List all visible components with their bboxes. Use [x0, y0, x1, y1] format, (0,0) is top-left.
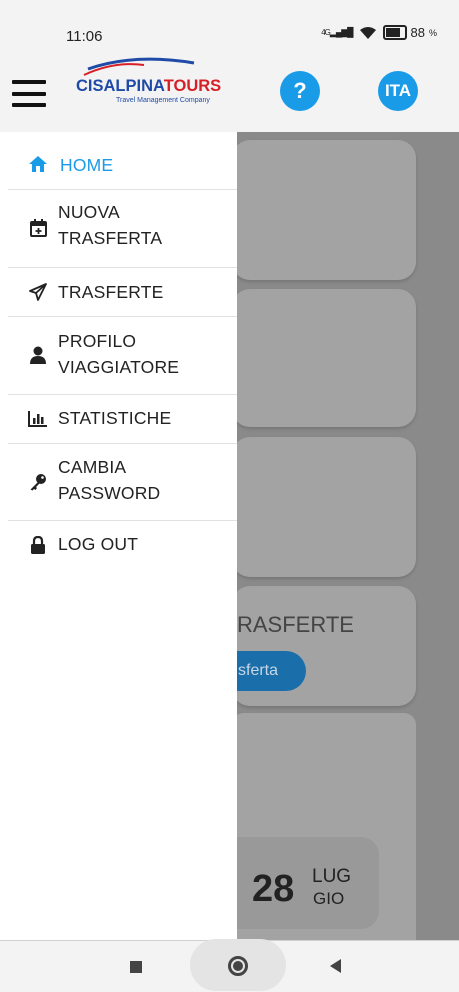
language-button[interactable]: ITA [378, 71, 418, 111]
status-icons: 4G▂▄▆█ 88% [321, 25, 437, 40]
menu-item-statistiche[interactable]: STATISTICHE [8, 395, 237, 444]
lock-icon [28, 535, 48, 555]
system-navigation-bar [0, 939, 459, 992]
background-section-title: RASFERTE [237, 612, 354, 637]
home-icon [28, 154, 48, 174]
status-time: 11:06 [66, 28, 103, 45]
background-card [232, 437, 416, 577]
wifi-icon [359, 26, 376, 39]
menu-item-trasferte[interactable]: TRASFERTE [8, 268, 237, 317]
recent-apps-button[interactable] [130, 961, 142, 973]
help-button[interactable]: ? [280, 71, 320, 111]
menu-item-profilo-viaggiatore[interactable]: PROFILO VIAGGIATORE [8, 317, 237, 395]
menu-item-label: TRASFERTE [58, 282, 164, 302]
menu-item-label: CAMBIA PASSWORD [58, 457, 161, 503]
date-weekday: GIO [313, 889, 345, 908]
status-bar: 11:06 4G▂▄▆█ 88% [0, 0, 459, 50]
menu-item-label: LOG OUT [58, 534, 139, 554]
menu-item-label: NUOVA TRASFERTA [58, 202, 163, 248]
battery-indicator: 88% [382, 25, 437, 40]
network-type: 4G [321, 28, 331, 37]
key-icon [28, 472, 48, 492]
battery-icon [382, 25, 407, 40]
menu-item-label: HOME [60, 155, 114, 175]
signal-icon: 4G▂▄▆█ [321, 27, 353, 38]
battery-fill [385, 28, 400, 37]
menu-item-home[interactable]: HOME [8, 142, 237, 190]
menu-item-label: PROFILO VIAGGIATORE [58, 331, 180, 377]
date-month: LUG [312, 866, 352, 887]
menu-item-label: STATISTICHE [58, 408, 172, 428]
background-card [232, 289, 416, 427]
navigation-drawer: HOME NUOVA TRASFERTA TRASFERTE PROFILO VIA… [0, 132, 237, 942]
paper-plane-icon [28, 282, 48, 302]
battery-percent: 88 [410, 25, 425, 40]
calendar-plus-icon [28, 218, 48, 238]
bar-chart-icon [28, 408, 48, 428]
drawer-menu: HOME NUOVA TRASFERTA TRASFERTE PROFILO VIA… [8, 142, 237, 569]
date-day-number: 28 [252, 868, 295, 910]
menu-item-nuova-trasferta[interactable]: NUOVA TRASFERTA [8, 190, 237, 268]
cisalpinatours-logo: CISALPINATOURS Travel Management Company [74, 55, 234, 109]
menu-item-cambia-password[interactable]: CAMBIA PASSWORD [8, 444, 237, 521]
background-card [232, 140, 416, 280]
menu-item-log-out[interactable]: LOG OUT [8, 521, 237, 569]
svg-text:Travel Management Company: Travel Management Company [116, 97, 210, 104]
hamburger-menu-icon[interactable] [12, 80, 46, 107]
svg-text:CISALPINATOURS: CISALPINATOURS [76, 77, 221, 95]
user-icon [28, 345, 48, 365]
back-button[interactable] [330, 959, 341, 973]
home-button[interactable] [228, 956, 248, 976]
